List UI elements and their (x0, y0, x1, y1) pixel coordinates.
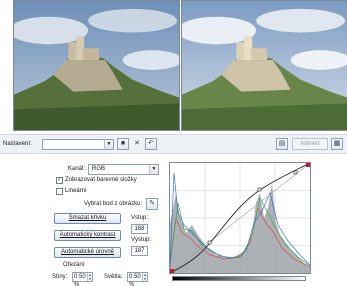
chevron-down-icon: ▼ (104, 140, 113, 149)
castle-landscape-image (14, 1, 179, 130)
channel-label: Kanál: (68, 166, 86, 172)
preset-label: Nastavení: (3, 141, 32, 147)
settings-button[interactable]: ▦ (331, 138, 343, 150)
channel-value: RGB (92, 166, 106, 172)
pick-point-label: Vybrat bod z obrázku: (84, 201, 143, 207)
curve-point[interactable] (293, 170, 298, 175)
preset-select[interactable]: ▼ (42, 139, 114, 150)
delete-icon: ✕ (134, 140, 140, 147)
shadows-spinner[interactable]: 0.50 % ▲ ▼ (72, 272, 93, 286)
delete-curve-button[interactable]: Smazat křivku (54, 213, 121, 224)
reset-button[interactable]: ↶ (145, 138, 157, 150)
eyedropper-button[interactable]: ✎ (146, 198, 158, 210)
settings-toolbar: Nastavení: ▼ ■ ✕ ↶ ▤ Náhled ▦ (0, 134, 347, 154)
curve-endpoint-white[interactable] (306, 163, 310, 167)
checkmark-icon: ✓ (57, 177, 63, 183)
spinner-arrows-icon[interactable]: ▲ ▼ (142, 273, 147, 281)
channel-select[interactable]: RGB ▼ (88, 164, 159, 175)
curve-point[interactable] (207, 240, 212, 245)
eyedropper-icon: ✎ (149, 200, 155, 207)
linear-label: Lineární (65, 188, 87, 194)
settings-icon: ▦ (333, 140, 341, 147)
shadows-value: 0.50 % (74, 274, 86, 286)
preview-button[interactable]: Náhled (292, 138, 328, 150)
input-field[interactable]: 168 (131, 224, 148, 234)
highlights-value: 0.50 % (129, 274, 141, 286)
reset-icon: ↶ (148, 140, 154, 147)
spinner-arrows-icon[interactable]: ▲ ▼ (87, 273, 92, 281)
output-field[interactable]: 187 (131, 246, 148, 256)
linear-checkbox[interactable] (56, 188, 63, 195)
highlights-label: Světla: (104, 274, 123, 280)
save-icon: ■ (120, 140, 126, 147)
chevron-down-icon: ▼ (149, 165, 158, 174)
input-label: Vstup: (131, 215, 149, 221)
auto-contrast-button[interactable]: Automatický kontrast (54, 230, 121, 241)
curve-endpoint-black[interactable] (170, 269, 174, 273)
tone-gradient-bar (172, 276, 306, 281)
curve-point[interactable] (257, 187, 262, 192)
show-color-components-label: Zobrazovat barevné složky (65, 177, 137, 183)
result-preview (181, 0, 347, 131)
histogram-curve-graph[interactable] (170, 163, 310, 273)
highlights-spinner[interactable]: 0.50 % ▲ ▼ (127, 272, 148, 286)
shadows-label: Stíny: (52, 274, 68, 280)
original-preview (13, 0, 180, 131)
clipping-label: Ořezání (63, 262, 85, 268)
castle-landscape-image-adjusted (182, 1, 347, 130)
delete-button[interactable]: ✕ (131, 138, 143, 150)
show-color-components-checkbox[interactable]: ✓ (56, 177, 63, 184)
curve-editor[interactable] (169, 162, 311, 274)
layout-button[interactable]: ▤ (276, 138, 288, 150)
save-button[interactable]: ■ (117, 138, 129, 150)
auto-levels-button[interactable]: Automatické úrovně (54, 247, 121, 258)
layout-icon: ▤ (278, 140, 286, 147)
output-label: Výstup: (131, 237, 152, 243)
